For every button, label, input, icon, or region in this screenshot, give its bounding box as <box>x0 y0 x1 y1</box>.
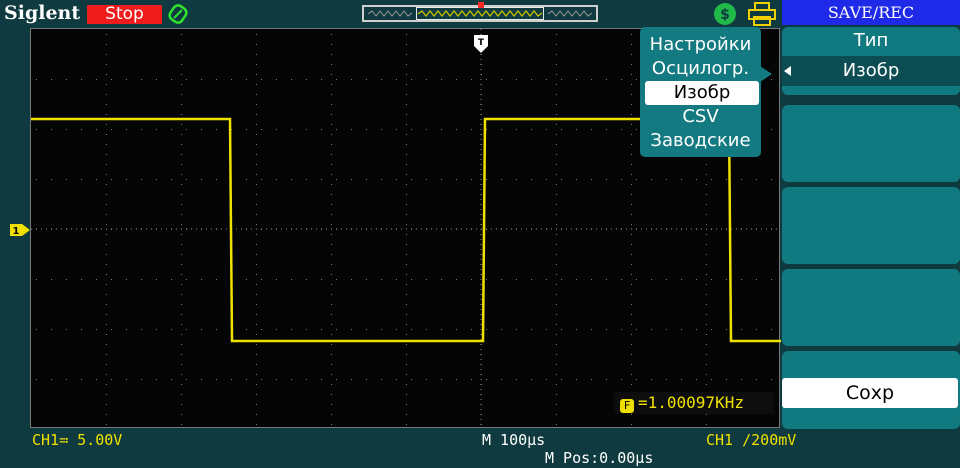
type-value: Изобр <box>782 56 960 86</box>
run-state-icon <box>167 3 189 29</box>
brand-logo: Siglent <box>4 2 81 24</box>
usb-icon: $ <box>712 2 738 30</box>
softkey-4[interactable] <box>782 269 960 346</box>
popup-option-settings[interactable]: Настройки <box>640 33 761 57</box>
trigger-position-icon[interactable]: T <box>473 34 489 58</box>
type-softkey[interactable]: Тип Изобр <box>782 27 960 95</box>
svg-text:$: $ <box>720 7 730 23</box>
horizontal-position: M Pos:0.00µs <box>545 449 654 467</box>
timebase: M 100µs <box>482 431 546 449</box>
svg-text:T: T <box>478 38 485 48</box>
svg-text:1: 1 <box>13 226 20 237</box>
type-label: Тип <box>853 30 889 51</box>
softkey-3[interactable] <box>782 187 960 264</box>
printer-icon <box>747 2 777 30</box>
frequency-value: =1.00097KHz <box>638 393 744 412</box>
menu-title: SAVE/REC <box>782 0 960 25</box>
frequency-readout: F =1.00097KHz <box>614 392 774 414</box>
popup-option-factory[interactable]: Заводские <box>640 129 761 153</box>
type-value-text: Изобр <box>842 60 900 81</box>
popup-option-csv[interactable]: CSV <box>640 105 761 129</box>
save-button[interactable]: Сохр <box>782 378 958 408</box>
popup-pointer <box>760 66 772 82</box>
trigger-marker-top <box>478 2 484 8</box>
caret-left-icon <box>784 66 791 76</box>
memory-window <box>416 7 544 20</box>
trigger-info: CH1 ∕200mV <box>706 431 797 449</box>
popup-option-image[interactable]: Изобр <box>645 81 759 105</box>
run-status-badge[interactable]: Stop <box>87 5 162 24</box>
type-options-popup: Настройки Осцилогр. Изобр CSV Заводские <box>640 27 761 157</box>
frequency-badge-icon: F <box>620 399 634 413</box>
popup-option-waveform[interactable]: Осцилогр. <box>640 57 761 81</box>
ch1-scale: CH1≕ 5.00V <box>32 431 123 449</box>
softkey-2[interactable] <box>782 105 960 182</box>
channel-marker-icon[interactable]: 1 <box>8 222 32 242</box>
